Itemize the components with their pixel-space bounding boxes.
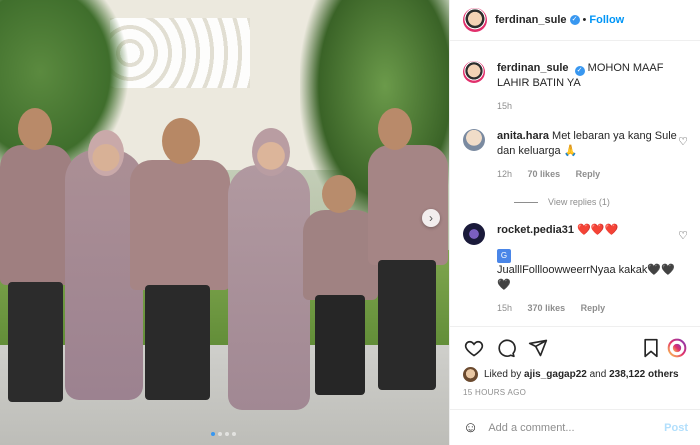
comment-meta: 15h 370 likes Reply [497,301,682,316]
post-header: ferdinan_sule ✓ • Follow [450,0,700,41]
comment-likes[interactable]: 370 likes [528,303,566,313]
likes-summary: Liked by ajis_gagap22 and 238,122 others [463,367,688,382]
comment-likes[interactable]: 70 likes [528,169,561,179]
caption-time[interactable]: 15h [497,101,512,111]
carousel-dot [232,432,236,436]
heart-icon[interactable] [463,337,485,359]
likes-conjunction: and [589,369,607,380]
comment-like-heart-icon[interactable]: ♡ [678,135,688,148]
emoji-icon[interactable]: ☺ [463,419,478,436]
post-comment-button[interactable]: Post [664,422,688,434]
comment-icon[interactable] [495,337,517,359]
comment-row: anita.hara Met lebaran ya kang Sule dan … [463,129,688,182]
comment-row: rocket.pedia31 ❤️❤️❤️ G JualllFollloowwe… [463,223,688,316]
caption-username[interactable]: ferdinan_sule [497,62,569,74]
follow-button[interactable]: Follow [589,14,624,26]
comment-input[interactable] [488,421,665,434]
post-side-panel: ferdinan_sule ✓ • Follow ferdinan_sule ✓… [449,0,700,445]
likes-count[interactable]: 238,122 others [609,369,679,380]
comment-time[interactable]: 15h [497,303,512,313]
view-replies-button[interactable]: View replies (1) [514,197,688,207]
translate-row: G [497,248,682,263]
comment-text: JualllFollloowweerrNyaa kakak🖤🖤🖤 [497,264,675,291]
comment-reply-button[interactable]: Reply [581,303,606,313]
comment-username[interactable]: rocket.pedia31 [497,224,574,236]
likes-prefix: Liked by [484,369,522,380]
share-icon[interactable] [527,337,549,359]
comment-meta: 12h 70 likes Reply [497,167,682,182]
comment-reply-button[interactable]: Reply [576,169,601,179]
comments-list[interactable]: ferdinan_sule ✓ MOHON MAAF LAHIR BATIN Y… [450,41,700,326]
commenter-avatar[interactable] [463,223,485,245]
add-comment-bar: ☺ Post [450,409,700,445]
photo-fence [110,18,250,88]
post-actions: Liked by ajis_gagap22 and 238,122 others… [450,326,700,397]
comment-hearts-text: ❤️❤️❤️ [577,224,619,236]
author-avatar[interactable] [463,8,487,32]
verified-badge-icon: ✓ [574,66,585,76]
post-photo[interactable]: › [0,0,449,445]
header-separator: • [582,14,587,26]
comment-username[interactable]: anita.hara [497,130,549,142]
carousel-dot [218,432,222,436]
post-timestamp[interactable]: 15 HOURS AGO [463,388,688,397]
author-username[interactable]: ferdinan_sule [495,14,567,26]
view-replies-label: View replies (1) [548,197,610,207]
carousel-indicator [211,432,236,436]
caption-avatar[interactable] [463,61,485,83]
action-icons-row [463,337,688,359]
caption-meta: 15h [497,99,688,114]
carousel-dot [225,432,229,436]
carousel-next-button[interactable]: › [422,209,440,227]
translate-icon: G [497,249,511,263]
bookmark-icon[interactable] [640,337,662,359]
caption-row: ferdinan_sule ✓ MOHON MAAF LAHIR BATIN Y… [463,61,688,114]
commenter-avatar[interactable] [463,129,485,151]
liker-avatar[interactable] [463,367,478,382]
verified-badge-icon: ✓ [569,15,580,25]
chevron-right-icon: › [429,211,433,225]
comment-like-heart-icon[interactable]: ♡ [678,229,688,242]
liked-by-user[interactable]: ajis_gagap22 [524,369,587,380]
comment-time[interactable]: 12h [497,169,512,179]
carousel-dot-active [211,432,215,436]
reels-icon[interactable] [666,337,688,359]
view-replies-line [514,201,538,203]
